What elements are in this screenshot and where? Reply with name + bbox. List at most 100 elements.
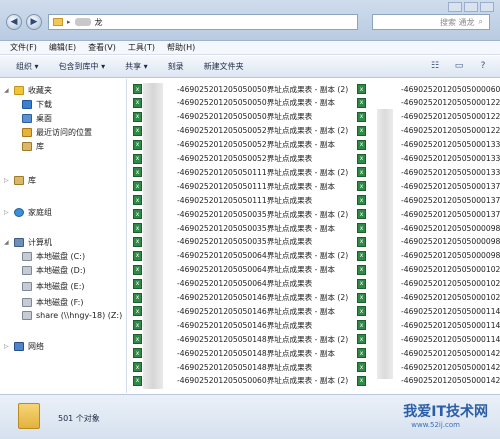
back-arrow-icon[interactable]: ◀ [6,14,22,30]
excel-file-icon: x [357,292,366,303]
file-name: -46902520120505000114界址点 [401,320,500,330]
sidebar-item-network[interactable]: ▷ 网络 [4,341,44,352]
sidebar-item-desktop[interactable]: 桌面 [22,113,52,124]
file-item[interactable]: x -469025201205050035界址点成果表 - 副本 [133,222,335,234]
sidebar-item-drive-e[interactable]: 本地磁盘 (E:) [22,281,85,292]
file-name: -46902520120505000133界址点 [401,140,500,150]
menu-help[interactable]: 帮助(H) [167,42,195,53]
file-item[interactable]: x -469025201205050064界址点成果表 - 副本 [133,264,335,276]
excel-file-icon: x [133,278,142,289]
excel-file-icon: x [357,362,366,372]
preview-pane-icon[interactable]: ▭ [452,60,466,72]
file-item[interactable]: x -469025201205050035界址点成果表 - 副本 (2) [133,208,348,220]
file-name: -469025201205050146界址点成果表 [177,320,313,330]
file-name: -469025201205050064界址点成果表 [177,279,313,289]
sidebar-item-favorites[interactable]: ◢ 收藏夹 [4,85,52,96]
status-bar: 501 个对象 我爱IT技术网 www.52ij.com [0,394,500,439]
excel-file-icon: x [133,195,142,206]
file-item[interactable]: x -469025201205050060界址点成果表 - 副本 (2) [133,375,348,387]
file-name: -46902520120505000122界址点 [401,98,500,108]
address-bar[interactable]: ▸ 龙 [48,14,358,30]
help-icon[interactable]: ? [476,60,490,72]
file-item[interactable]: x -469025201205050146界址点成果表 - 副本 [133,305,335,317]
excel-file-icon: x [133,292,142,303]
file-item[interactable]: x -469025201205050050界址点成果表 - 副本 [133,97,335,109]
network-icon [14,342,24,351]
network-drive-icon [22,311,32,320]
recent-places-icon [22,128,32,137]
file-item[interactable]: x -46902520120505000060界址点 [357,83,500,95]
include-library-button[interactable]: 包含到库中 ▾ [59,61,106,72]
redacted-name-blur [377,109,393,379]
excel-file-icon: x [357,195,366,206]
burn-button[interactable]: 刻录 [168,61,184,72]
menu-tools[interactable]: 工具(T) [128,42,155,53]
new-folder-button[interactable]: 新建文件夹 [204,61,244,72]
expand-arrow-icon[interactable]: ▷ [4,209,10,216]
chevron-right-icon[interactable]: ▸ [67,18,71,26]
sidebar-label: 计算机 [28,238,52,247]
file-name: -469025201205050148界址点成果表 - 副本 [177,348,336,358]
menu-edit[interactable]: 编辑(E) [49,42,76,53]
sidebar-item-drive-f[interactable]: 本地磁盘 (F:) [22,297,83,308]
view-options-icon[interactable]: ☷ [428,60,442,72]
sidebar-item-recent[interactable]: 最近访问的位置 [22,127,92,138]
file-name: -469025201205050111界址点成果表 - 副本 (2) [177,167,349,177]
file-name: -46902520120505000102界址点 [401,293,500,302]
excel-file-icon: x [357,334,366,345]
maximize-button[interactable] [464,2,478,12]
file-item[interactable]: x -469025201205050052界址点成果表 - 副本 (2) [133,125,348,137]
file-item[interactable]: x -469025201205050052界址点成果表 - 副本 [133,139,335,151]
expand-arrow-icon[interactable]: ◢ [4,239,10,246]
sidebar-item-downloads[interactable]: 下载 [22,99,52,110]
watermark-text: 我爱IT技术网 [403,404,488,420]
file-name: -46902520120505000098界址点 [401,251,500,261]
item-count: 501 个对象 [58,414,100,423]
toolbar-right-tools: ☷ ▭ ? [428,60,490,72]
expand-arrow-icon[interactable]: ◢ [4,87,10,94]
file-name: -46902520120505000142界址点 [401,376,500,386]
expand-arrow-icon[interactable]: ▷ [4,177,10,184]
organize-button[interactable]: 组织 ▾ [16,61,39,72]
sidebar-item-homegroup[interactable]: ▷ 家庭组 [4,207,52,218]
file-item[interactable]: x -469025201205050111界址点成果表 - 副本 [133,180,335,192]
file-item[interactable]: x -469025201205050064界址点成果表 - 副本 (2) [133,250,348,262]
excel-file-icon: x [357,153,366,164]
sidebar-item-drive-c[interactable]: 本地磁盘 (C:) [22,251,85,262]
menu-file[interactable]: 文件(F) [10,42,37,53]
search-box[interactable]: 搜索 通龙 ⌕ [372,14,490,30]
hard-drive-icon [22,282,32,291]
sidebar-label: 家庭组 [28,208,52,217]
file-item[interactable]: x -469025201205050111界址点成果表 - 副本 (2) [133,166,348,178]
file-name: -46902520120505000137界址点 [401,181,500,191]
file-item[interactable]: x -469025201205050146界址点成果表 - 副本 (2) [133,292,348,304]
minimize-button[interactable] [448,2,462,12]
sidebar-item-libraries-fav[interactable]: 库 [22,141,44,152]
excel-file-icon: x [133,125,142,136]
folder-icon [18,403,40,429]
file-item[interactable]: x -469025201205050148界址点成果表 - 副本 (2) [133,333,348,345]
sidebar-item-drive-d[interactable]: 本地磁盘 (D:) [22,265,86,276]
file-name: -469025201205050148界址点成果表 - 副本 (2) [177,334,349,344]
sidebar-item-libraries[interactable]: ▷ 库 [4,175,36,186]
file-name: -469025201205050064界址点成果表 - 副本 (2) [177,251,349,261]
file-name: -469025201205050060界址点成果表 - 副本 (2) [177,376,349,386]
file-name: -469025201205050064界址点成果表 - 副本 [177,265,336,275]
file-name: -469025201205050050界址点成果表 [177,112,313,122]
forward-arrow-icon[interactable]: ▶ [26,14,42,30]
library-icon [22,142,32,151]
menu-view[interactable]: 查看(V) [88,42,116,53]
excel-file-icon: x [357,97,366,108]
file-item[interactable]: x -46902520120505000122界址点 [357,97,500,109]
sidebar-item-share-z[interactable]: share (\\hngy-18) (Z:) [22,311,122,320]
file-item[interactable]: x -469025201205050050界址点成果表 - 副本 (2) [133,83,348,95]
excel-file-icon: x [357,139,366,150]
file-item[interactable]: x -469025201205050148界址点成果表 - 副本 [133,347,335,359]
sidebar-item-computer[interactable]: ◢ 计算机 [4,237,52,248]
expand-arrow-icon[interactable]: ▷ [4,343,10,350]
close-button[interactable] [480,2,494,12]
address-path-text: 龙 [94,17,103,27]
library-icon [14,176,24,185]
share-button[interactable]: 共享 ▾ [125,61,148,72]
sidebar-label: 本地磁盘 (F:) [36,298,84,307]
